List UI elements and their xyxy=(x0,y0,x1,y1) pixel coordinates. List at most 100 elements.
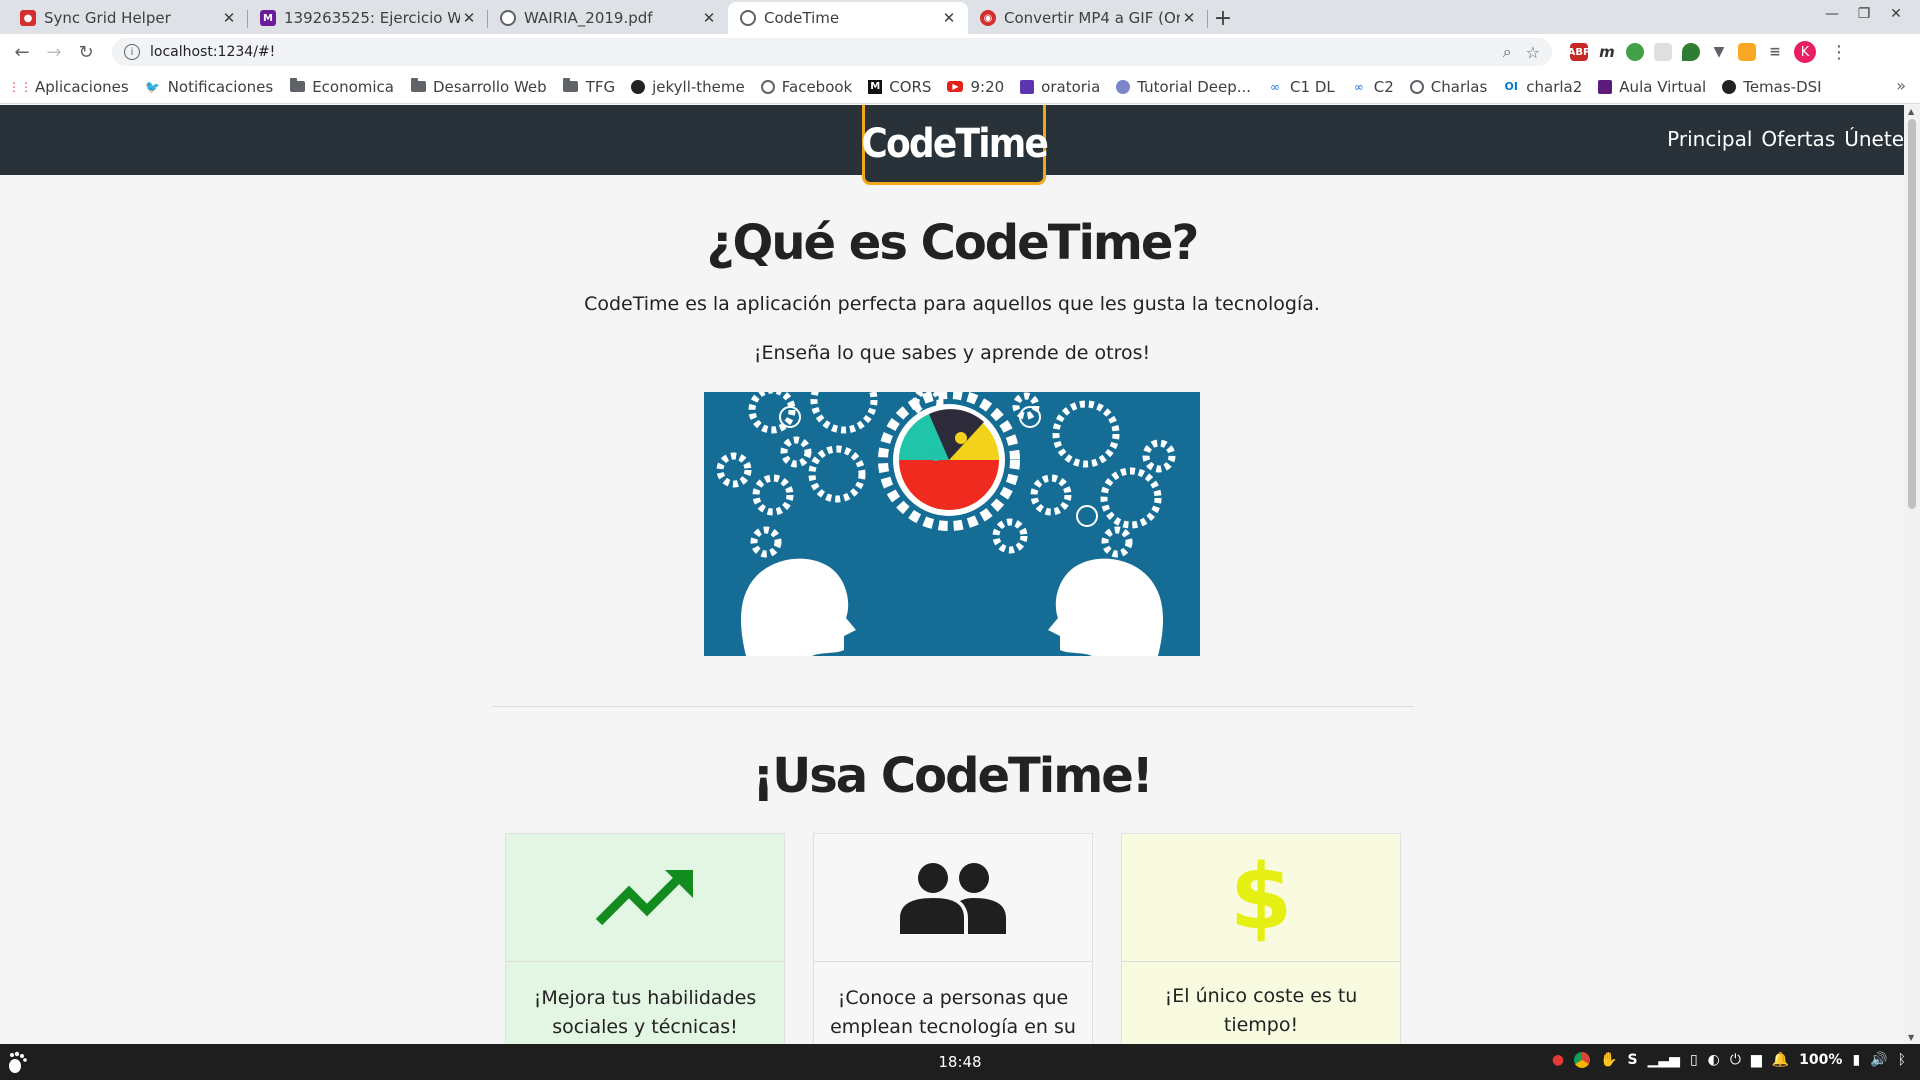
chrome-icon[interactable] xyxy=(1574,1052,1591,1068)
scroll-down-arrow-icon[interactable]: ▼ xyxy=(1908,1033,1914,1042)
page-title: ¿Qué es CodeTime? xyxy=(706,215,1200,271)
folder-tray-icon[interactable]: ▆ xyxy=(1751,1052,1762,1068)
bookmark-label: Desarrollo Web xyxy=(433,77,547,96)
trending-up-icon xyxy=(595,869,693,925)
reload-icon[interactable]: ↻ xyxy=(70,36,102,68)
scroll-up-arrow-icon[interactable]: ▲ xyxy=(1908,107,1914,116)
bookmark-oratoria[interactable]: oratoria xyxy=(1020,78,1100,96)
tab-close-icon[interactable]: ✕ xyxy=(460,9,478,27)
page-scrollbar[interactable]: ▲ ▼ xyxy=(1904,105,1920,1044)
power-icon[interactable]: ⏻ xyxy=(1730,1052,1741,1068)
m-extension-icon[interactable]: m xyxy=(1598,43,1616,61)
bookmark-920[interactable]: ▶ 9:20 xyxy=(947,78,1004,96)
bookmark-desarrollo-web[interactable]: Desarrollo Web xyxy=(410,78,547,96)
restore-icon[interactable]: ❐ xyxy=(1848,6,1880,22)
close-window-icon[interactable]: ✕ xyxy=(1880,6,1912,22)
bookmark-star-icon[interactable]: ☆ xyxy=(1526,43,1540,62)
green-extension-icon[interactable] xyxy=(1626,43,1644,61)
nav-link-ofertas[interactable]: Ofertas xyxy=(1761,127,1835,151)
bookmark-aplicaciones[interactable]: ⋮⋮ Aplicaciones xyxy=(8,78,129,96)
skype-icon[interactable]: S xyxy=(1628,1052,1638,1068)
feature-card-text: ¡Mejora tus habilidades sociales y técni… xyxy=(533,987,757,1038)
record-icon[interactable]: ● xyxy=(1552,1052,1564,1068)
filter-extension-icon[interactable]: ▼ xyxy=(1710,43,1728,61)
new-tab-plus-icon[interactable]: + xyxy=(1208,2,1238,34)
network-signal-icon[interactable]: ▁▃▅ xyxy=(1648,1052,1680,1068)
web-page: Principal Ofertas Únete CodeTime ¿Qué es… xyxy=(0,105,1904,1044)
tab-codetime[interactable]: CodeTime ✕ xyxy=(728,2,968,34)
feature-card-cost: $ ¡El único coste es tu tiempo! xyxy=(1121,833,1401,1044)
tab-wairia-pdf[interactable]: WAIRIA_2019.pdf ✕ xyxy=(488,2,728,34)
folder-icon xyxy=(289,78,305,94)
feature-card-text: ¡Conoce a personas que emplean tecnologí… xyxy=(830,987,1076,1038)
bookmark-aula-virtual[interactable]: Aula Virtual xyxy=(1598,78,1706,96)
tab-convertir-mp4[interactable]: ◉ Convertir MP4 a GIF (On ✕ xyxy=(968,2,1208,34)
tab-title: CodeTime xyxy=(764,9,840,27)
profile-avatar[interactable]: K xyxy=(1794,41,1816,63)
bookmark-tfg[interactable]: TFG xyxy=(563,78,615,96)
globe-icon xyxy=(740,10,756,26)
bookmark-label: Facebook xyxy=(781,77,853,96)
apps-grid-icon: ⋮⋮ xyxy=(8,79,32,94)
url-text[interactable]: localhost:1234/#! xyxy=(150,44,1489,60)
calendar-icon xyxy=(1020,79,1035,94)
bookmark-label: oratoria xyxy=(1041,77,1101,96)
bookmark-label: Tutorial Deep... xyxy=(1137,77,1252,96)
evernote-icon[interactable] xyxy=(1682,43,1700,61)
forward-arrow-icon[interactable]: → xyxy=(38,36,70,68)
section-divider xyxy=(492,706,1414,707)
bookmark-c2[interactable]: ∞ C2 xyxy=(1351,78,1394,96)
zoom-icon[interactable]: ⌕ xyxy=(1503,42,1512,62)
adblock-icon[interactable]: ABP xyxy=(1568,43,1590,61)
system-taskbar: 18:48 ● ✋ S ▁▃▅ ▯ ◐ ⏻ ▆ 🔔 100% ▮ 🔊 ᛒ xyxy=(0,1044,1920,1080)
hand-icon[interactable]: ✋ xyxy=(1600,1052,1617,1068)
battery-icon[interactable]: ▮ xyxy=(1852,1052,1860,1068)
display-icon[interactable]: ▯ xyxy=(1690,1052,1698,1068)
address-bar[interactable]: i localhost:1234/#! ⌕ ☆ xyxy=(112,38,1552,66)
tab-ejercicio[interactable]: M 139263525: Ejercicio WA ✕ xyxy=(248,2,488,34)
feature-card-people: ¡Conoce a personas que emplean tecnologí… xyxy=(813,833,1093,1044)
info-icon[interactable]: i xyxy=(124,44,140,60)
scrollbar-thumb[interactable] xyxy=(1908,119,1916,509)
tab-close-icon[interactable]: ✕ xyxy=(1180,9,1198,27)
github-icon xyxy=(631,79,646,94)
bookmark-temas-dsi[interactable]: Temas-DSI xyxy=(1722,77,1822,96)
bookmark-charla2[interactable]: OI charla2 xyxy=(1503,78,1583,96)
bell-icon[interactable]: 🔔 xyxy=(1772,1052,1789,1068)
bookmark-tutorial-deep[interactable]: Tutorial Deep... xyxy=(1116,78,1251,96)
bookmark-economica[interactable]: Economica xyxy=(289,78,394,96)
bookmark-label: jekyll-theme xyxy=(652,77,745,96)
night-mode-icon[interactable]: ◐ xyxy=(1708,1052,1720,1068)
tab-close-icon[interactable]: ✕ xyxy=(220,9,238,27)
bookmarks-overflow-icon[interactable]: » xyxy=(1896,76,1906,95)
twitter-icon: 🐦 xyxy=(145,79,161,94)
bookmark-label: C2 xyxy=(1373,77,1394,96)
kebab-menu-icon[interactable]: ⋮ xyxy=(1830,42,1848,63)
bookmark-facebook[interactable]: Facebook xyxy=(760,77,853,96)
minimize-icon[interactable]: — xyxy=(1816,6,1848,22)
bookmark-charlas[interactable]: Charlas xyxy=(1409,78,1487,96)
yellow-extension-icon[interactable] xyxy=(1738,43,1756,61)
tab-close-icon[interactable]: ✕ xyxy=(940,9,958,27)
tab-sync-grid-helper[interactable]: ● Sync Grid Helper ✕ xyxy=(8,2,248,34)
bookmark-label: Notificaciones xyxy=(167,77,274,96)
media-list-icon[interactable]: ≡ xyxy=(1766,43,1784,61)
bookmark-label: TFG xyxy=(585,77,616,96)
grey-extension-icon[interactable] xyxy=(1654,43,1672,61)
bookmark-cors[interactable]: M CORS xyxy=(868,78,931,96)
bookmark-jekyll-theme[interactable]: jekyll-theme xyxy=(631,78,745,96)
tab-favicon-icon: ◉ xyxy=(980,10,996,26)
bluetooth-icon[interactable]: ᛒ xyxy=(1898,1052,1906,1068)
feature-card-text: ¡El único coste es tu tiempo! xyxy=(1164,985,1358,1036)
moodle-icon xyxy=(1598,79,1613,94)
site-logo[interactable]: CodeTime xyxy=(861,105,1049,185)
tab-close-icon[interactable]: ✕ xyxy=(700,9,718,27)
bookmark-c1-dl[interactable]: ∞ C1 DL xyxy=(1267,78,1335,96)
tab-title: WAIRIA_2019.pdf xyxy=(524,9,653,27)
nav-link-principal[interactable]: Principal xyxy=(1667,127,1752,151)
bookmark-label: Temas-DSI xyxy=(1743,77,1822,96)
back-arrow-icon[interactable]: ← xyxy=(6,36,38,68)
volume-icon[interactable]: 🔊 xyxy=(1870,1052,1887,1068)
nav-link-unete[interactable]: Únete xyxy=(1844,127,1904,151)
bookmark-notificaciones[interactable]: 🐦 Notificaciones xyxy=(145,78,273,96)
